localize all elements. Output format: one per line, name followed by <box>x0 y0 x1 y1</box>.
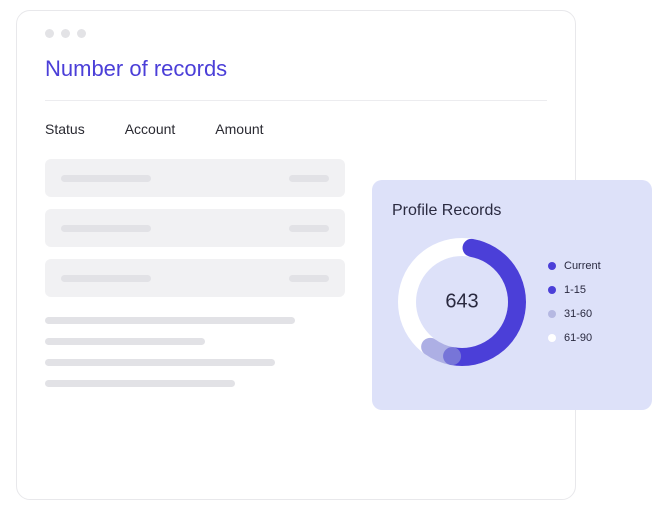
legend-dot <box>548 310 556 318</box>
text-placeholder <box>45 317 295 324</box>
legend-dot <box>548 286 556 294</box>
table-header-amount: Amount <box>215 121 263 137</box>
profile-card-title: Profile Records <box>392 202 632 220</box>
window-dot-close[interactable] <box>45 29 54 38</box>
placeholder-bar <box>61 175 151 182</box>
window-dot-minimize[interactable] <box>61 29 70 38</box>
donut-chart: 643 <box>392 232 532 372</box>
text-placeholder <box>45 359 275 366</box>
legend-item-1-15: 1-15 <box>548 284 601 296</box>
legend-item-current: Current <box>548 260 601 272</box>
divider <box>45 100 547 101</box>
profile-card-content: 643 Current 1-15 31-60 61-90 <box>392 232 632 372</box>
profile-records-card: Profile Records 643 Current 1-15 31-60 <box>372 180 652 410</box>
placeholder-bar <box>289 275 329 282</box>
donut-center-value: 643 <box>445 291 478 314</box>
legend-dot <box>548 262 556 270</box>
legend-label: Current <box>564 260 601 272</box>
table-headers: Status Account Amount <box>45 121 547 137</box>
placeholder-bar <box>289 175 329 182</box>
chart-legend: Current 1-15 31-60 61-90 <box>548 260 601 344</box>
table-row[interactable] <box>45 209 345 247</box>
placeholder-bar <box>289 225 329 232</box>
table-row[interactable] <box>45 159 345 197</box>
placeholder-bar <box>61 225 151 232</box>
table-row[interactable] <box>45 259 345 297</box>
window-dot-maximize[interactable] <box>77 29 86 38</box>
page-title: Number of records <box>45 56 547 82</box>
placeholder-bar <box>61 275 151 282</box>
text-placeholder <box>45 380 235 387</box>
window-controls <box>45 29 547 38</box>
table-header-status: Status <box>45 121 85 137</box>
table-header-account: Account <box>125 121 176 137</box>
legend-label: 31-60 <box>564 308 592 320</box>
legend-item-31-60: 31-60 <box>548 308 601 320</box>
legend-label: 61-90 <box>564 332 592 344</box>
legend-dot <box>548 334 556 342</box>
legend-label: 1-15 <box>564 284 586 296</box>
text-placeholder <box>45 338 205 345</box>
legend-item-61-90: 61-90 <box>548 332 601 344</box>
